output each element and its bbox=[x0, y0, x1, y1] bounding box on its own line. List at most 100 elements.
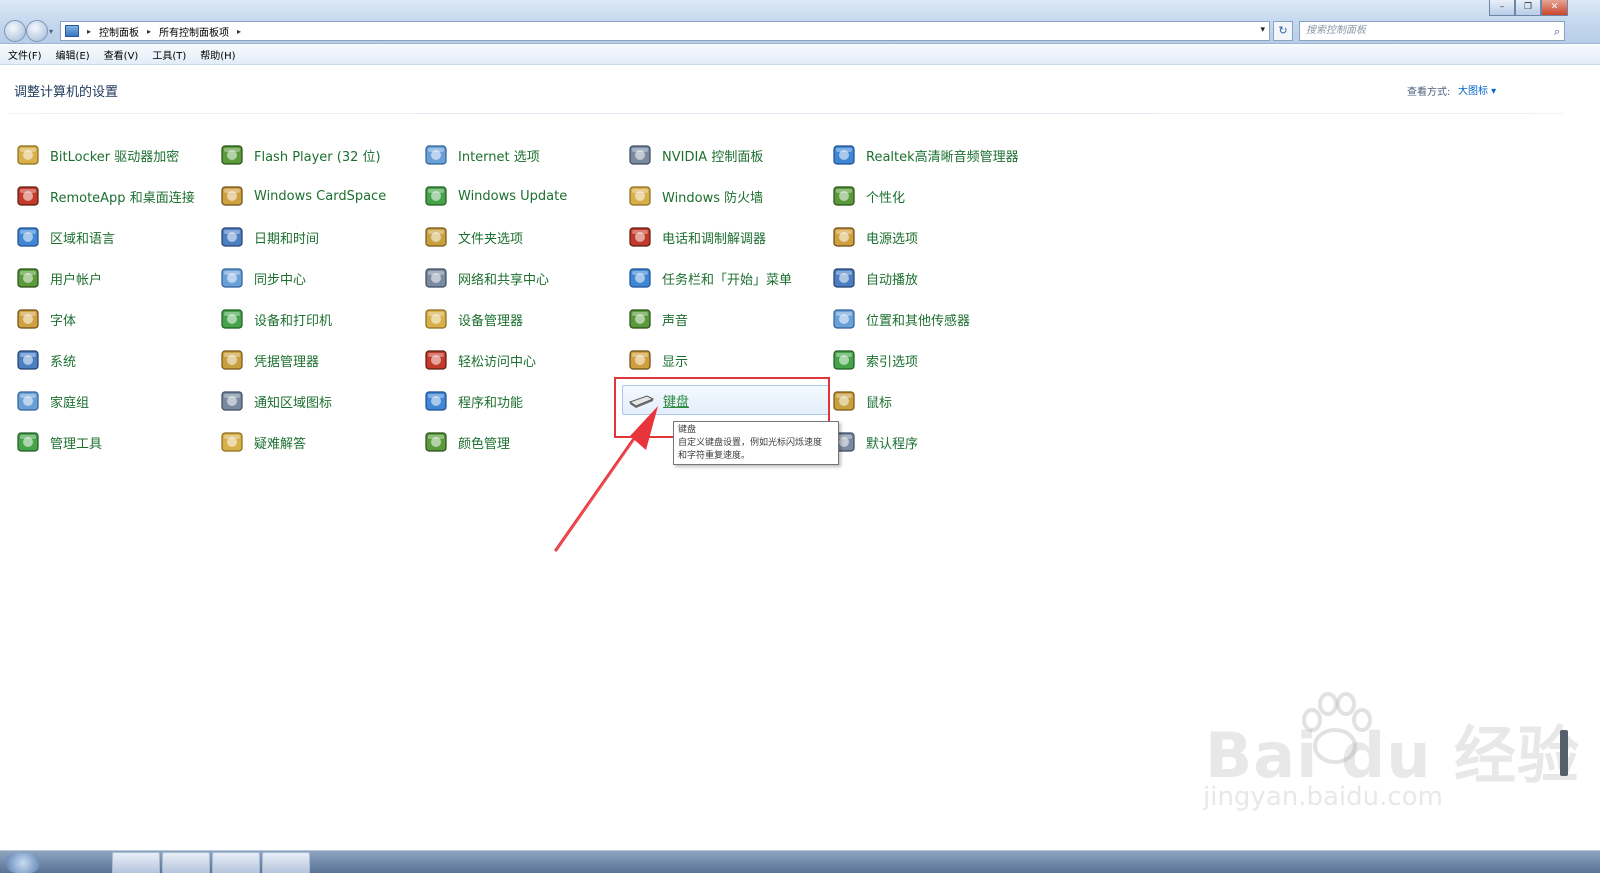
refresh-button[interactable]: ↻ bbox=[1273, 21, 1293, 41]
control-panel-item[interactable]: Windows CardSpace bbox=[218, 181, 418, 211]
item-label: Windows 防火墙 bbox=[662, 190, 764, 206]
control-panel-item[interactable]: 个性化 bbox=[830, 181, 1030, 211]
search-input[interactable]: 搜索控制面板 ⌕ bbox=[1299, 21, 1565, 41]
item-icon bbox=[14, 141, 42, 169]
control-panel-item[interactable]: 区域和语言 bbox=[14, 222, 214, 252]
item-label: 自动播放 bbox=[866, 272, 919, 288]
title-bar: ▾ ▸ 控制面板 ▸ 所有控制面板项 ▸ ▾ ↻ 搜索控制面板 ⌕ – ❐ ✕ bbox=[0, 0, 1600, 44]
control-panel-item[interactable]: 任务栏和「开始」菜单 bbox=[626, 263, 826, 293]
control-panel-item[interactable]: 管理工具 bbox=[14, 427, 214, 457]
control-panel-item[interactable]: Internet 选项 bbox=[422, 140, 622, 170]
control-panel-item[interactable]: 电话和调制解调器 bbox=[626, 222, 826, 252]
item-label: 同步中心 bbox=[254, 272, 307, 288]
control-panel-item[interactable]: 字体 bbox=[14, 304, 214, 334]
item-icon bbox=[218, 264, 246, 292]
control-panel-item[interactable]: 轻松访问中心 bbox=[422, 345, 622, 375]
item-icon bbox=[218, 141, 246, 169]
breadcrumb-control-panel[interactable]: 控制面板 bbox=[99, 24, 139, 39]
control-panel-item[interactable]: 用户帐户 bbox=[14, 263, 214, 293]
control-panel-item[interactable]: Realtek高清晰音频管理器 bbox=[830, 140, 1030, 170]
breadcrumb-separator-icon[interactable]: ▸ bbox=[147, 27, 151, 36]
control-panel-item[interactable]: 显示 bbox=[626, 345, 826, 375]
recent-pages-chevron-icon[interactable]: ▾ bbox=[49, 27, 53, 36]
item-icon bbox=[422, 428, 450, 456]
item-icon bbox=[218, 346, 246, 374]
tooltip-line-1: 自定义键盘设置，例如光标闪烁速度 bbox=[678, 438, 823, 448]
menu-help[interactable]: 帮助(H) bbox=[200, 47, 235, 62]
breadcrumb-all-items[interactable]: 所有控制面板项 bbox=[159, 24, 229, 39]
view-by-dropdown[interactable]: 大图标 ▾ bbox=[1458, 82, 1496, 97]
item-label: 通知区域图标 bbox=[254, 395, 333, 411]
control-panel-item[interactable]: Windows 防火墙 bbox=[626, 181, 826, 211]
item-label: 家庭组 bbox=[50, 395, 90, 411]
control-panel-item[interactable]: 系统 bbox=[14, 345, 214, 375]
search-icon[interactable]: ⌕ bbox=[1554, 23, 1560, 41]
taskbar-app-control-panel[interactable] bbox=[262, 852, 310, 873]
menu-tools[interactable]: 工具(T) bbox=[152, 47, 186, 62]
breadcrumb-separator-icon[interactable]: ▸ bbox=[237, 27, 241, 36]
control-panel-item[interactable]: BitLocker 驱动器加密 bbox=[14, 140, 214, 170]
control-panel-item[interactable]: NVIDIA 控制面板 bbox=[626, 140, 826, 170]
taskbar-app-explorer[interactable] bbox=[162, 852, 210, 873]
item-icon bbox=[14, 264, 42, 292]
control-panel-item[interactable]: 日期和时间 bbox=[218, 222, 418, 252]
minimize-button[interactable]: – bbox=[1489, 0, 1515, 16]
control-panel-item[interactable]: 通知区域图标 bbox=[218, 386, 418, 416]
address-dropdown-icon[interactable]: ▾ bbox=[1260, 25, 1265, 35]
breadcrumb-separator-icon[interactable]: ▸ bbox=[87, 27, 91, 36]
item-icon bbox=[626, 223, 654, 251]
control-panel-item[interactable]: RemoteApp 和桌面连接 bbox=[14, 181, 214, 211]
tooltip-line-2: 和字符重复速度。 bbox=[678, 451, 751, 461]
red-arrow-icon bbox=[554, 406, 658, 552]
item-label: 管理工具 bbox=[50, 436, 103, 452]
header-divider bbox=[8, 113, 1563, 114]
view-by-label: 查看方式: bbox=[1407, 87, 1451, 98]
menu-bar: 文件(F) 编辑(E) 查看(V) 工具(T) 帮助(H) bbox=[0, 45, 1600, 65]
item-label: 设备管理器 bbox=[458, 313, 524, 329]
menu-view[interactable]: 查看(V) bbox=[104, 47, 139, 62]
menu-edit[interactable]: 编辑(E) bbox=[56, 47, 90, 62]
item-label: Flash Player (32 位) bbox=[254, 149, 381, 165]
item-icon bbox=[422, 305, 450, 333]
control-panel-item[interactable]: 同步中心 bbox=[218, 263, 418, 293]
control-panel-item[interactable]: 设备管理器 bbox=[422, 304, 622, 334]
watermark-site: jingyan.baidu.com bbox=[1203, 782, 1443, 812]
item-icon bbox=[14, 428, 42, 456]
menu-file[interactable]: 文件(F) bbox=[8, 47, 42, 62]
taskbar-app-ie[interactable] bbox=[112, 852, 160, 873]
control-panel-item[interactable]: 声音 bbox=[626, 304, 826, 334]
taskbar-app-media[interactable] bbox=[212, 852, 260, 873]
control-panel-item[interactable]: 自动播放 bbox=[830, 263, 1030, 293]
item-label: Windows CardSpace bbox=[254, 188, 387, 204]
close-button[interactable]: ✕ bbox=[1541, 0, 1568, 16]
address-bar[interactable]: ▸ 控制面板 ▸ 所有控制面板项 ▸ ▾ bbox=[60, 21, 1270, 41]
item-label: 网络和共享中心 bbox=[458, 272, 550, 288]
item-label: Windows Update bbox=[458, 188, 568, 204]
control-panel-item[interactable]: Windows Update bbox=[422, 181, 622, 211]
control-panel-item[interactable]: 默认程序 bbox=[830, 427, 1030, 457]
item-icon bbox=[422, 182, 450, 210]
side-handle[interactable] bbox=[1560, 730, 1568, 776]
forward-button[interactable] bbox=[26, 20, 48, 42]
item-icon bbox=[830, 305, 858, 333]
control-panel-item[interactable]: 鼠标 bbox=[830, 386, 1030, 416]
control-panel-item[interactable]: Flash Player (32 位) bbox=[218, 140, 418, 170]
back-button[interactable] bbox=[4, 20, 26, 42]
control-panel-item[interactable]: 凭据管理器 bbox=[218, 345, 418, 375]
maximize-button[interactable]: ❐ bbox=[1515, 0, 1541, 16]
control-panel-item[interactable]: 网络和共享中心 bbox=[422, 263, 622, 293]
item-label: 字体 bbox=[50, 313, 77, 329]
control-panel-item[interactable]: 索引选项 bbox=[830, 345, 1030, 375]
control-panel-item[interactable]: 位置和其他传感器 bbox=[830, 304, 1030, 334]
item-label: 颜色管理 bbox=[458, 436, 511, 452]
control-panel-item[interactable]: 家庭组 bbox=[14, 386, 214, 416]
control-panel-item[interactable]: 疑难解答 bbox=[218, 427, 418, 457]
start-button[interactable] bbox=[6, 853, 40, 873]
item-icon bbox=[14, 223, 42, 251]
control-panel-item[interactable]: 电源选项 bbox=[830, 222, 1030, 252]
item-icon bbox=[830, 182, 858, 210]
control-panel-item[interactable]: 设备和打印机 bbox=[218, 304, 418, 334]
item-label: 电源选项 bbox=[866, 231, 919, 247]
item-icon bbox=[830, 141, 858, 169]
control-panel-item[interactable]: 文件夹选项 bbox=[422, 222, 622, 252]
